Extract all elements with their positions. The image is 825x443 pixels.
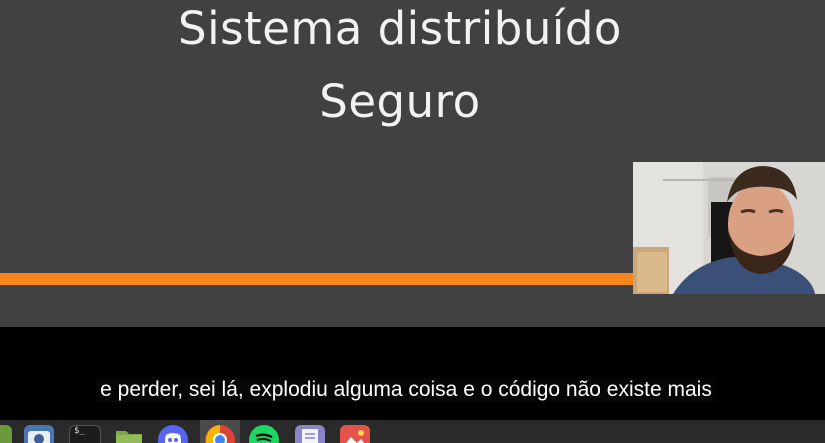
image-viewer-icon[interactable] bbox=[340, 425, 370, 443]
slide-title-line-2: Seguro bbox=[319, 75, 481, 128]
folder-icon[interactable] bbox=[114, 425, 144, 443]
discord-icon[interactable] bbox=[158, 425, 188, 443]
video-subtitle-text: e perder, sei lá, explodiu alguma coisa … bbox=[96, 377, 716, 402]
webcam-overlay bbox=[633, 162, 825, 294]
slide-title: Sistema distribuído Seguro bbox=[0, 0, 800, 138]
terminal-icon[interactable]: $_ bbox=[69, 425, 101, 443]
webcam-video-frame bbox=[633, 162, 825, 294]
screen: Sistema distribuído Seguro e perder, sei… bbox=[0, 0, 825, 443]
slide-accent-bar bbox=[0, 273, 635, 285]
text-editor-icon[interactable] bbox=[295, 425, 325, 443]
video-subtitle: e perder, sei lá, explodiu alguma coisa … bbox=[0, 376, 812, 404]
caption-area: e perder, sei lá, explodiu alguma coisa … bbox=[0, 327, 825, 420]
spotify-icon[interactable] bbox=[249, 425, 279, 443]
camera-icon[interactable] bbox=[24, 425, 54, 443]
taskbar: $_ bbox=[0, 420, 825, 443]
app-icon[interactable] bbox=[0, 425, 12, 443]
slide-title-line-1: Sistema distribuído bbox=[178, 2, 622, 55]
